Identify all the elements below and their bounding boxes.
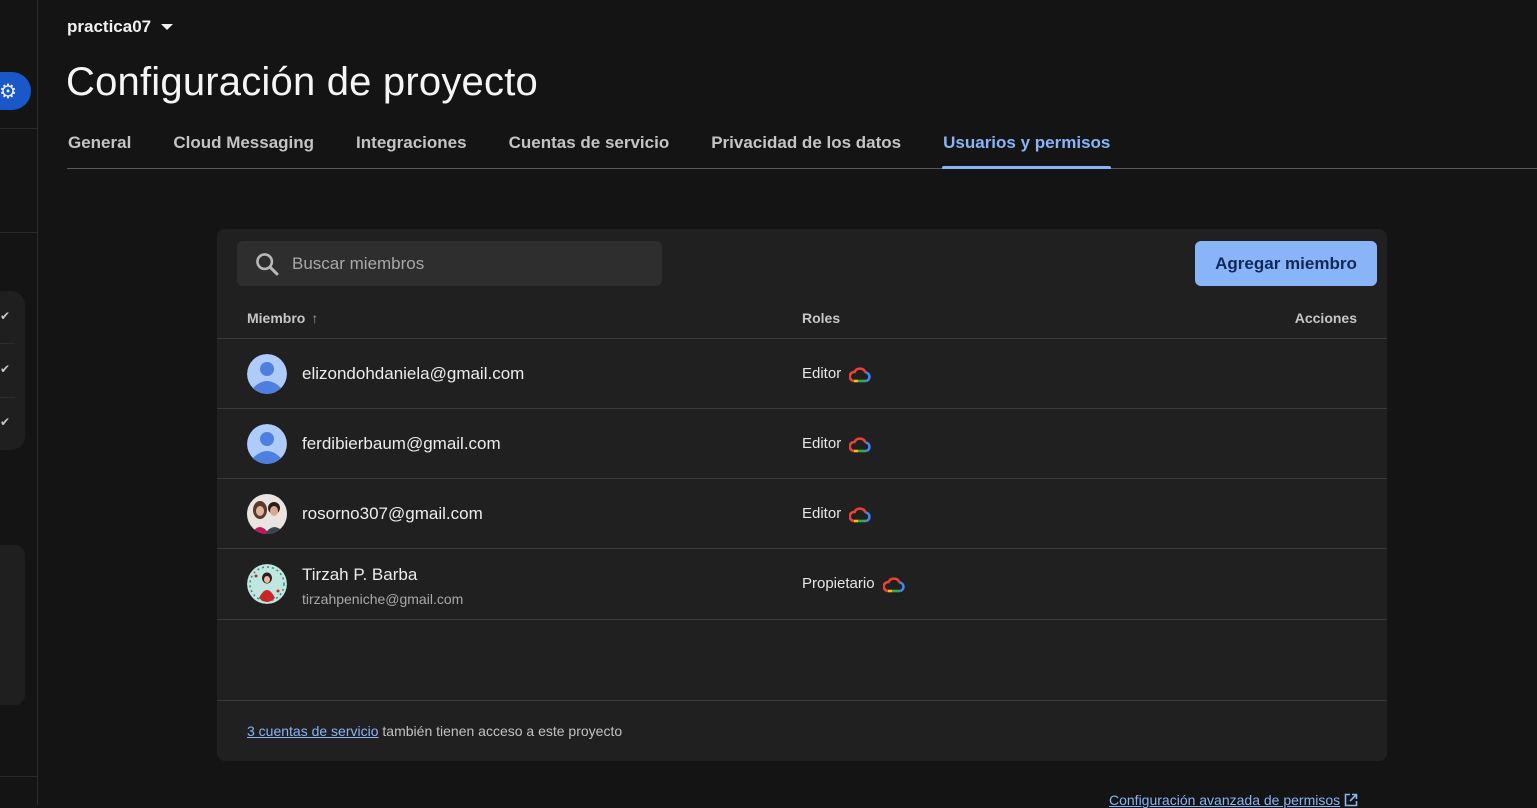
rail-divider [0, 232, 37, 233]
table-header: Miembro ↑ Roles Acciones [217, 299, 1387, 339]
member-email: elizondohdaniela@gmail.com [302, 364, 525, 383]
role-label: Editor [802, 505, 842, 522]
google-cloud-icon [849, 507, 871, 523]
check-icon[interactable]: ✔ [0, 413, 18, 431]
service-accounts-link[interactable]: 3 cuentas de servicio [247, 723, 379, 739]
external-link-icon [1344, 793, 1358, 807]
search-input[interactable] [292, 253, 632, 274]
column-member[interactable]: Miembro ↑ [247, 310, 318, 326]
google-cloud-icon [849, 437, 871, 453]
tab-integraciones[interactable]: Integraciones [355, 130, 468, 168]
members-card: Agregar miembro Miembro ↑ Roles Acciones… [217, 229, 1387, 761]
rail-divider [0, 128, 37, 129]
member-role: Editor [802, 363, 871, 384]
google-cloud-icon [849, 367, 871, 383]
advanced-permissions-link[interactable]: Configuración avanzada de permisos [1109, 792, 1359, 808]
table-row[interactable]: Tirzah P. Barba tirzahpeniche@gmail.com … [217, 549, 1387, 620]
search-icon [256, 252, 279, 275]
table-row[interactable]: rosorno307@gmail.com Editor [217, 479, 1387, 549]
service-accounts-text: también tienen acceso a este proyecto [378, 723, 623, 739]
check-icon[interactable]: ✔ [0, 360, 18, 378]
project-name: practica07 [67, 17, 152, 36]
tab-cuentas-de-servicio[interactable]: Cuentas de servicio [508, 130, 671, 168]
add-member-button[interactable]: Agregar miembro [1195, 241, 1377, 286]
default-avatar [247, 424, 287, 464]
column-roles: Roles [802, 310, 841, 326]
settings-tabs: General Cloud Messaging Integraciones Cu… [67, 130, 1537, 169]
rail-checklist: ✔ ✔ ✔ [0, 291, 25, 450]
column-actions: Acciones [1294, 310, 1357, 326]
rail-panel [0, 545, 25, 705]
photo-avatar [247, 564, 287, 604]
project-switcher[interactable]: practica07 [67, 16, 174, 38]
sort-ascending-icon[interactable]: ↑ [311, 310, 318, 326]
service-accounts-note: 3 cuentas de servicio también tienen acc… [247, 723, 622, 739]
member-role: Editor [802, 433, 871, 454]
member-email: rosorno307@gmail.com [302, 504, 483, 523]
check-icon[interactable]: ✔ [0, 307, 18, 325]
tab-general[interactable]: General [67, 130, 132, 168]
tab-privacidad-de-los-datos[interactable]: Privacidad de los datos [710, 130, 902, 168]
member-role: Propietario [802, 573, 905, 594]
rail-separator [0, 397, 15, 398]
role-label: Propietario [802, 575, 875, 592]
tab-cloud-messaging[interactable]: Cloud Messaging [172, 130, 315, 168]
member-name: Tirzah P. Barba [302, 565, 418, 584]
default-avatar [247, 354, 287, 394]
table-row[interactable]: elizondohdaniela@gmail.com Editor [217, 339, 1387, 409]
card-footer: 3 cuentas de servicio también tienen acc… [217, 700, 1387, 761]
member-role: Editor [802, 503, 871, 524]
member-email: tirzahpeniche@gmail.com [302, 591, 464, 607]
caret-down-icon [161, 24, 174, 30]
search-box[interactable] [237, 241, 662, 286]
page-title: Configuración de proyecto [66, 60, 538, 104]
google-cloud-icon [882, 577, 905, 593]
photo-avatar [247, 494, 287, 534]
rail-separator [0, 343, 15, 344]
role-label: Editor [802, 365, 842, 382]
role-label: Editor [802, 435, 842, 452]
member-email: ferdibierbaum@gmail.com [302, 434, 501, 453]
advanced-permissions-label: Configuración avanzada de permisos [1109, 792, 1341, 808]
tab-usuarios-y-permisos[interactable]: Usuarios y permisos [942, 130, 1112, 169]
table-row[interactable]: ferdibierbaum@gmail.com Editor [217, 409, 1387, 479]
column-member-label: Miembro [247, 310, 306, 326]
rail-divider [0, 776, 37, 777]
